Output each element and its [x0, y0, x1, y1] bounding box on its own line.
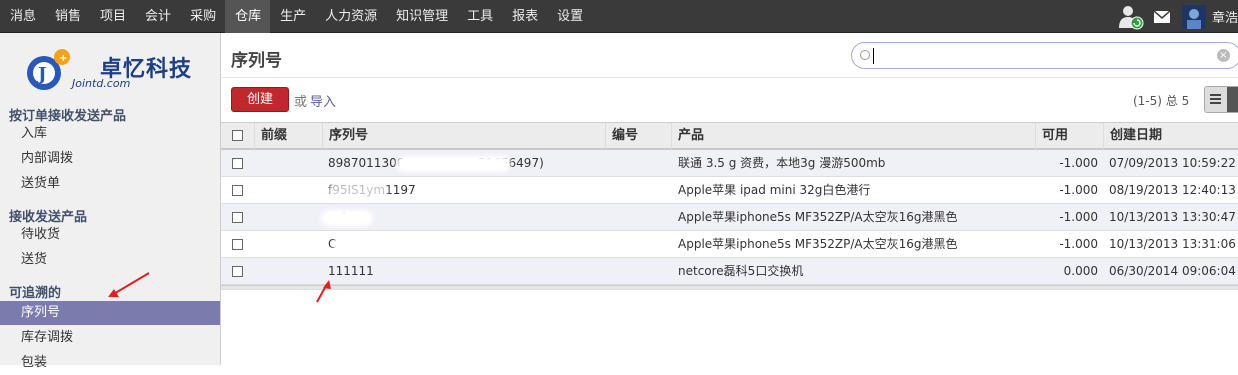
import-link[interactable]: 导入 [310, 91, 336, 110]
cell-product: 联通 3.5 g 资费，本地3g 漫游500mb [678, 156, 886, 170]
sidebar-item-serial-numbers[interactable]: 序列号 [0, 301, 220, 325]
menu-item[interactable]: 销售 [45, 0, 90, 33]
page-title: 序列号 [231, 51, 282, 71]
company-logo[interactable]: J + 卓忆科技 Jointd.com [18, 45, 208, 95]
sidebar-item-stock-moves[interactable]: 库存调拨 [0, 326, 220, 350]
clear-search-icon[interactable]: × [1217, 49, 1230, 62]
menu-item[interactable]: 知识管理 [386, 0, 457, 33]
cell-created: 10/13/2013 13:30:47 [1109, 210, 1236, 224]
table-row[interactable]: rc4Apple苹果iphone5s MF352ZP/A太空灰16g港黑色-1.… [221, 204, 1238, 231]
redaction-blur [396, 156, 511, 172]
menu-item[interactable]: 采购 [180, 0, 225, 33]
cell-product: Apple苹果 ipad mini 32g白色港行 [678, 183, 871, 197]
cell-product: Apple苹果iphone5s MF352ZP/A太空灰16g港黑色 [678, 210, 958, 224]
cell-serial: 111111 [328, 264, 374, 278]
sidebar-item-to-deliver[interactable]: 送货 [0, 248, 220, 272]
svg-text:+: + [59, 53, 67, 64]
cell-available: -1.000 [1059, 156, 1098, 170]
menu-item[interactable]: 工具 [457, 0, 502, 33]
cell-created: 10/13/2013 13:31:06 [1109, 237, 1236, 251]
column-header-created[interactable]: 创建日期 [1103, 123, 1238, 149]
column-header-available[interactable]: 可用 [1035, 123, 1103, 149]
table-row[interactable]: 111111 netcore磊科5口交换机 0.000 06/30/2014 09:0… [221, 258, 1238, 285]
avatar[interactable] [1181, 4, 1206, 29]
cell-product: Apple苹果iphone5s MF352ZP/A太空灰16g港黑色 [678, 237, 958, 251]
user-name[interactable]: 章浩 [1212, 7, 1238, 26]
text-cursor [873, 48, 874, 64]
cell-prefix [260, 150, 320, 176]
column-header-product[interactable]: 产品 [671, 123, 1035, 149]
row-checkbox[interactable] [232, 239, 243, 250]
search-input[interactable]: × [851, 42, 1238, 69]
create-button[interactable]: 创建 [231, 87, 289, 112]
table-row[interactable]: CApple苹果iphone5s MF352ZP/A太空灰16g港黑色-1.00… [221, 231, 1238, 258]
table-header: 前缀 序列号 编号 产品 可用 创建日期 [221, 122, 1238, 150]
cell-prefix [260, 258, 320, 284]
cell-created: 06/30/2014 09:06:04 [1109, 264, 1236, 278]
table-row[interactable]: 8987011300 联通 3.5 g 资费，本地3g 漫游500mb -1.000… [221, 150, 1238, 177]
menu-item[interactable]: 生产 [270, 0, 315, 33]
cell-product: netcore磊科5口交换机 [678, 264, 804, 278]
top-menu-bar: 消息 销售 项目 会计 采购 仓库 生产 人力资源 知识管理 工具 报表 设置 章浩 [0, 0, 1238, 33]
sidebar-section-traceability: 可追溯的 [9, 286, 62, 301]
cell-created: 07/09/2013 10:59:22 [1109, 156, 1236, 170]
menu-item[interactable]: 设置 [547, 0, 592, 33]
table-row[interactable]: f95IS1ym1197Apple苹果 ipad mini 32g白色港行-1.… [221, 177, 1238, 204]
logo-mark-icon: J + [27, 49, 70, 90]
redaction-blur [328, 183, 388, 199]
column-header-serial[interactable]: 序列号 [322, 123, 605, 149]
search-icon [860, 50, 870, 60]
menu-item[interactable]: 报表 [502, 0, 547, 33]
cell-prefix [260, 177, 320, 203]
user-status-icon[interactable] [1118, 4, 1144, 30]
redaction-blur [321, 210, 373, 226]
row-checkbox[interactable] [232, 212, 243, 223]
view-header: 序列号 × [221, 33, 1238, 78]
sidebar-item-to-receive[interactable]: 待收货 [0, 223, 220, 247]
column-header-ref[interactable]: 编号 [605, 123, 671, 149]
cell-available: 0.000 [1063, 264, 1098, 278]
annotation-arrow-icon [108, 272, 150, 297]
menu-item[interactable]: 人力资源 [315, 0, 386, 33]
menu-item[interactable]: 项目 [90, 0, 135, 33]
view-switcher [1204, 86, 1238, 113]
menu-item[interactable]: 会计 [135, 0, 180, 33]
annotation-arrow-icon [316, 280, 331, 303]
cell-prefix [260, 231, 320, 257]
sidebar-item-incoming[interactable]: 入库 [0, 122, 220, 146]
sidebar-item-packs[interactable]: 包装 [0, 351, 220, 375]
menu-item[interactable]: 仓库 [225, 0, 271, 33]
list-toolbar: 创建 或 导入 (1-5) 总 5 [221, 78, 1238, 120]
or-label: 或 [294, 95, 308, 110]
select-all-checkbox[interactable] [232, 130, 243, 141]
cell-prefix [260, 204, 320, 230]
row-checkbox[interactable] [232, 158, 243, 169]
mail-icon[interactable] [1153, 9, 1171, 23]
sidebar: J + 卓忆科技 Jointd.com 按订单接收发送产品 入库 内部调拨 送货… [0, 33, 221, 370]
cell-available: -1.000 [1059, 183, 1098, 197]
sidebar-item-delivery-orders[interactable]: 送货单 [0, 172, 220, 196]
sidebar-item-internal-moves[interactable]: 内部调拨 [0, 147, 220, 171]
pager[interactable]: (1-5) 总 5 [1133, 92, 1189, 109]
form-view-icon[interactable] [1227, 87, 1238, 112]
row-checkbox[interactable] [232, 185, 243, 196]
svg-text:J: J [36, 64, 47, 85]
column-header-prefix[interactable]: 前缀 [254, 123, 322, 149]
cell-created: 08/19/2013 12:40:13 [1109, 183, 1236, 197]
cell-available: -1.000 [1059, 237, 1098, 251]
list-view-icon[interactable] [1205, 87, 1227, 112]
row-checkbox[interactable] [232, 266, 243, 277]
menu-item[interactable]: 消息 [0, 0, 45, 33]
main-menu: 消息 销售 项目 会计 采购 仓库 生产 人力资源 知识管理 工具 报表 设置 [0, 0, 592, 33]
user-area: 章浩 [1118, 0, 1238, 33]
table-footer [221, 285, 1238, 290]
redaction-blur [333, 237, 428, 253]
cell-available: -1.000 [1059, 210, 1098, 224]
logo-url: Jointd.com [72, 77, 131, 90]
